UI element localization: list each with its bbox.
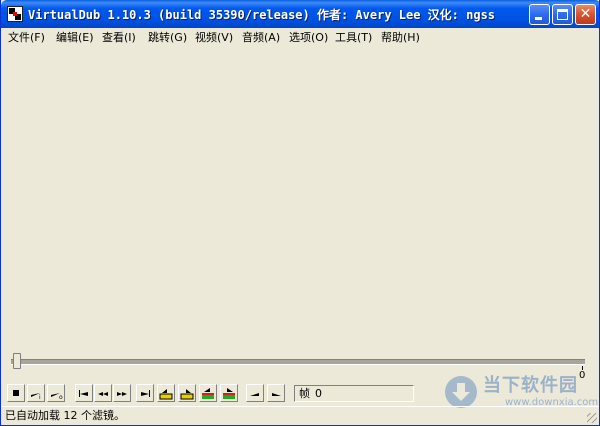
scene-back-button[interactable] <box>199 384 217 402</box>
maximize-icon <box>557 9 568 20</box>
virtualdub-app-icon[interactable] <box>7 6 23 22</box>
watermark-brand: 当下软件园 <box>483 375 578 396</box>
play-output-icon: o <box>51 393 63 401</box>
step-forward-button[interactable] <box>113 384 131 402</box>
minimize-button[interactable] <box>529 4 550 25</box>
go-to-start-icon <box>79 390 88 397</box>
menu-edit[interactable]: 编辑(E) <box>55 30 95 45</box>
menu-go[interactable]: 跳转(G) <box>147 30 188 45</box>
menu-audio[interactable]: 音频(A) <box>241 30 281 45</box>
virtualdub-window: VirtualDub 1.10.3 (build 35390/release) … <box>0 0 600 426</box>
status-bar: 已自动加载 12 个滤镜。 <box>1 406 599 425</box>
go-to-start-button[interactable] <box>75 384 93 402</box>
svg-text:i: i <box>39 394 41 401</box>
minimize-icon <box>535 17 542 20</box>
close-icon: ✕ <box>579 6 592 22</box>
menu-tools[interactable]: 工具(T) <box>334 30 373 45</box>
play-input-icon: i <box>31 393 41 401</box>
video-pane-area <box>1 47 599 352</box>
stop-icon <box>13 390 19 396</box>
step-back-icon <box>98 392 108 396</box>
frame-label: 帧 <box>299 387 310 400</box>
position-slider-track[interactable] <box>11 359 585 365</box>
svg-text:o: o <box>59 394 63 401</box>
step-forward-icon <box>117 392 127 396</box>
frame-number: 0 <box>315 387 322 400</box>
mark-out-button[interactable] <box>267 384 285 402</box>
position-slider-thumb[interactable] <box>13 353 21 369</box>
frame-indicator: 帧 0 <box>294 385 414 402</box>
download-logo-icon <box>445 376 477 408</box>
play-output-button[interactable]: o <box>47 384 65 402</box>
mark-in-button[interactable] <box>246 384 264 402</box>
maximize-button[interactable] <box>552 4 573 25</box>
scene-forward-icon <box>223 388 235 399</box>
step-back-button[interactable] <box>94 384 112 402</box>
mark-in-icon <box>250 393 259 396</box>
previous-keyframe-icon <box>159 389 173 400</box>
go-to-end-button[interactable] <box>136 384 154 402</box>
menu-options[interactable]: 选项(O) <box>288 30 329 45</box>
next-keyframe-icon <box>180 389 194 400</box>
menu-file[interactable]: 文件(F) <box>7 30 46 45</box>
next-keyframe-button[interactable] <box>178 384 196 402</box>
resize-grip-icon[interactable] <box>587 413 597 423</box>
title-bar[interactable]: VirtualDub 1.10.3 (build 35390/release) … <box>1 0 599 28</box>
slider-end-label: 0 <box>579 370 586 381</box>
mark-out-icon <box>272 393 281 396</box>
window-title: VirtualDub 1.10.3 (build 35390/release) … <box>28 8 496 22</box>
menu-help[interactable]: 帮助(H) <box>380 30 421 45</box>
scene-back-icon <box>202 388 214 399</box>
menu-view[interactable]: 查看(I) <box>101 30 137 45</box>
previous-keyframe-button[interactable] <box>157 384 175 402</box>
scene-forward-button[interactable] <box>220 384 238 402</box>
close-button[interactable]: ✕ <box>575 4 596 25</box>
go-to-end-icon <box>141 390 150 397</box>
status-text: 已自动加载 12 个滤镜。 <box>5 409 125 422</box>
stop-button[interactable] <box>7 384 25 402</box>
play-input-button[interactable]: i <box>27 384 45 402</box>
menu-video[interactable]: 视频(V) <box>194 30 234 45</box>
menu-bar: 文件(F) 编辑(E) 查看(I) 跳转(G) 视频(V) 音频(A) 选项(O… <box>1 28 599 47</box>
